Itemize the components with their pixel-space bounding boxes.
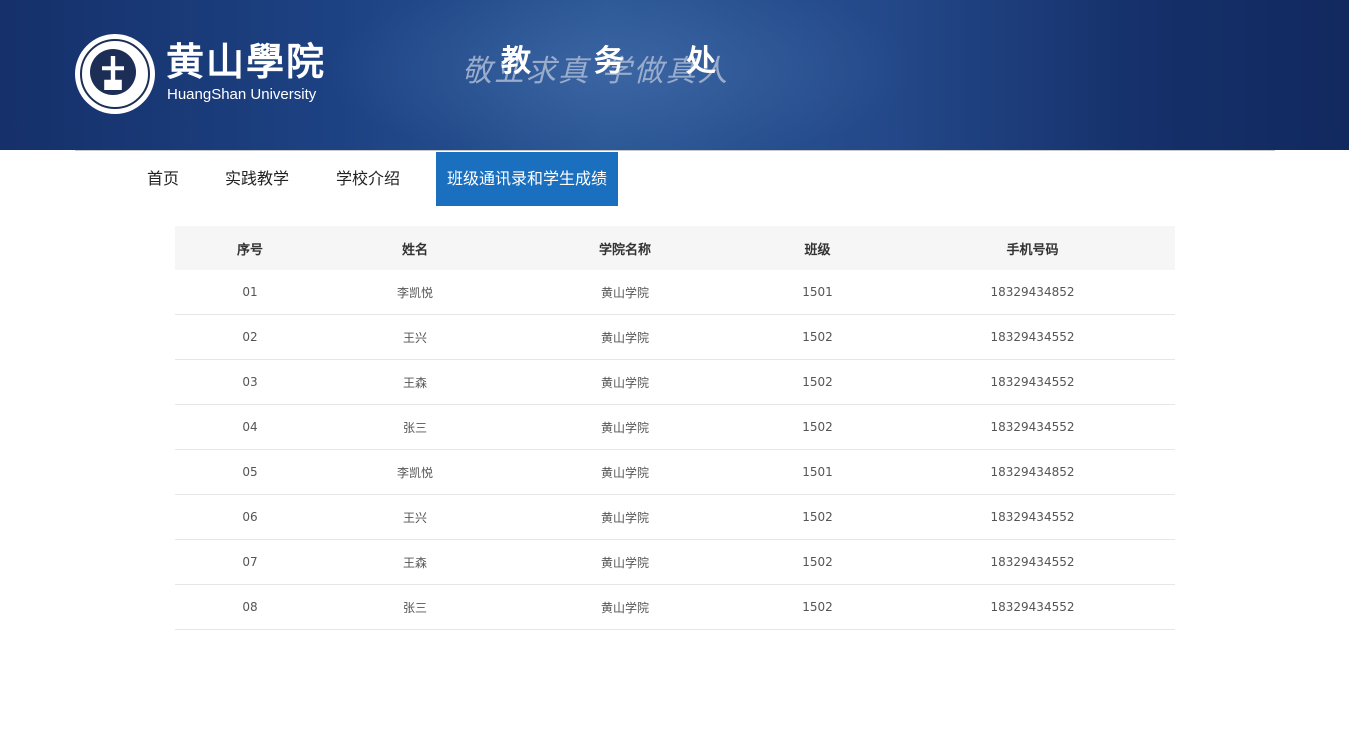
cell-name: 王兴 bbox=[325, 494, 505, 540]
nav-item-class-directory[interactable]: 班级通讯录和学生成绩 bbox=[436, 152, 619, 206]
column-header-class: 班级 bbox=[745, 226, 890, 270]
cell-phone: 18329434552 bbox=[890, 494, 1175, 540]
student-table: 序号 姓名 学院名称 班级 手机号码 01 李凯悦 黄山学院 1501 1832… bbox=[175, 226, 1175, 630]
cell-college: 黄山学院 bbox=[505, 359, 745, 405]
cell-college: 黄山学院 bbox=[505, 539, 745, 585]
cell-class: 1502 bbox=[745, 404, 890, 450]
university-seal-logo[interactable] bbox=[75, 34, 155, 114]
cell-phone: 18329434552 bbox=[890, 314, 1175, 360]
header-divider bbox=[75, 150, 1275, 151]
cell-class: 1502 bbox=[745, 584, 890, 630]
table-row: 05 李凯悦 黄山学院 1501 18329434852 bbox=[175, 449, 1175, 495]
brand-name-chinese: 黄山學院 bbox=[166, 39, 327, 84]
table-row: 07 王森 黄山学院 1502 18329434552 bbox=[175, 539, 1175, 585]
office-char-1: 教 bbox=[501, 44, 531, 79]
cell-name: 李凯悦 bbox=[325, 449, 505, 495]
cell-index: 01 bbox=[175, 270, 325, 315]
table-row: 01 李凯悦 黄山学院 1501 18329434852 bbox=[175, 270, 1175, 315]
cell-college: 黄山学院 bbox=[505, 314, 745, 360]
cell-index: 04 bbox=[175, 404, 325, 450]
cell-college: 黄山学院 bbox=[505, 494, 745, 540]
cell-phone: 18329434552 bbox=[890, 359, 1175, 405]
table-header-row: 序号 姓名 学院名称 班级 手机号码 bbox=[175, 226, 1175, 270]
cell-college: 黄山学院 bbox=[505, 449, 745, 495]
table-row: 02 王兴 黄山学院 1502 18329434552 bbox=[175, 314, 1175, 360]
cell-class: 1501 bbox=[745, 449, 890, 495]
cell-name: 张三 bbox=[325, 584, 505, 630]
main-nav: 首页 实践教学 学校介绍 班级通讯录和学生成绩 bbox=[0, 152, 1349, 206]
cell-class: 1502 bbox=[745, 494, 890, 540]
cell-name: 张三 bbox=[325, 404, 505, 450]
table-row: 06 王兴 黄山学院 1502 18329434552 bbox=[175, 494, 1175, 540]
cell-name: 王森 bbox=[325, 539, 505, 585]
cell-college: 黄山学院 bbox=[505, 584, 745, 630]
cell-name: 王兴 bbox=[325, 314, 505, 360]
cell-phone: 18329434552 bbox=[890, 584, 1175, 630]
column-header-phone: 手机号码 bbox=[890, 226, 1175, 270]
cell-name: 王森 bbox=[325, 359, 505, 405]
nav-item-school-intro[interactable]: 学校介绍 bbox=[336, 152, 400, 206]
cell-index: 07 bbox=[175, 539, 325, 585]
header-banner: 黄山學院 HuangShan University 敬业求真 学做真人 教 务 … bbox=[0, 0, 1349, 150]
cell-class: 1502 bbox=[745, 314, 890, 360]
brand-name-english: HuangShan University bbox=[167, 86, 317, 103]
cell-class: 1501 bbox=[745, 270, 890, 315]
cell-index: 03 bbox=[175, 359, 325, 405]
table-row: 08 张三 黄山学院 1502 18329434552 bbox=[175, 584, 1175, 630]
office-char-3: 处 bbox=[686, 44, 716, 79]
column-header-name: 姓名 bbox=[325, 226, 505, 270]
nav-item-practice-teaching[interactable]: 实践教学 bbox=[225, 152, 289, 206]
cell-index: 05 bbox=[175, 449, 325, 495]
cell-phone: 18329434552 bbox=[890, 539, 1175, 585]
office-char-2: 务 bbox=[594, 44, 624, 79]
nav-item-home[interactable]: 首页 bbox=[147, 152, 179, 206]
cell-college: 黄山学院 bbox=[505, 270, 745, 315]
table-row: 03 王森 黄山学院 1502 18329434552 bbox=[175, 359, 1175, 405]
cell-phone: 18329434552 bbox=[890, 404, 1175, 450]
cell-phone: 18329434852 bbox=[890, 449, 1175, 495]
cell-index: 02 bbox=[175, 314, 325, 360]
cell-college: 黄山学院 bbox=[505, 404, 745, 450]
cell-index: 06 bbox=[175, 494, 325, 540]
cell-index: 08 bbox=[175, 584, 325, 630]
table-row: 04 张三 黄山学院 1502 18329434552 bbox=[175, 404, 1175, 450]
column-header-index: 序号 bbox=[175, 226, 325, 270]
cell-phone: 18329434852 bbox=[890, 270, 1175, 315]
cell-class: 1502 bbox=[745, 359, 890, 405]
column-header-college: 学院名称 bbox=[505, 226, 745, 270]
cell-class: 1502 bbox=[745, 539, 890, 585]
cell-name: 李凯悦 bbox=[325, 270, 505, 315]
